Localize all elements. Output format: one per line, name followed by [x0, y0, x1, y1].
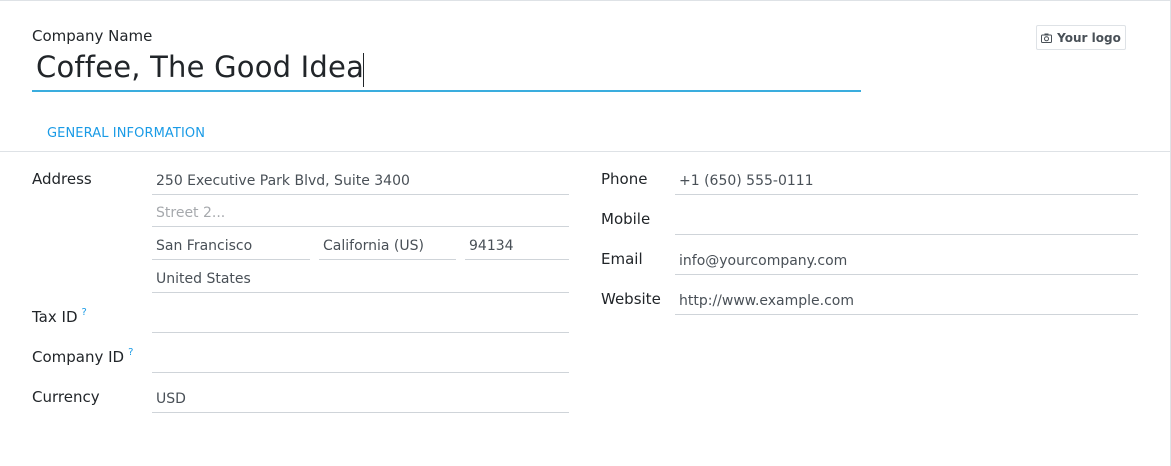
camera-icon — [1041, 33, 1053, 43]
address-label: Address — [32, 170, 92, 188]
currency-label: Currency — [32, 388, 100, 406]
tax-id-field[interactable] — [152, 308, 569, 333]
city-field[interactable] — [152, 235, 310, 260]
company-name-label: Company Name — [32, 27, 153, 45]
tax-id-help-icon[interactable]: ? — [82, 307, 87, 318]
tax-id-label: Tax ID? — [32, 307, 87, 326]
website-label: Website — [601, 290, 661, 308]
upload-logo-label: Your logo — [1057, 30, 1121, 45]
tab-general-information[interactable]: GENERAL INFORMATION — [32, 118, 218, 152]
mobile-field[interactable] — [675, 210, 1138, 235]
company-id-field[interactable] — [152, 348, 569, 373]
company-id-label-text: Company ID — [32, 348, 125, 366]
company-name-input[interactable] — [32, 48, 861, 92]
currency-field[interactable] — [152, 388, 569, 413]
tax-id-label-text: Tax ID — [32, 308, 78, 326]
company-id-label: Company ID? — [32, 347, 133, 366]
company-id-help-icon[interactable]: ? — [128, 347, 133, 358]
email-label: Email — [601, 250, 643, 268]
phone-field[interactable] — [675, 170, 1138, 195]
tab-general-information-label: GENERAL INFORMATION — [47, 126, 206, 141]
upload-logo-button[interactable]: Your logo — [1036, 25, 1126, 50]
street-field[interactable] — [152, 170, 569, 195]
phone-label: Phone — [601, 170, 648, 188]
top-border — [0, 0, 1171, 1]
website-field[interactable] — [675, 290, 1138, 315]
email-field[interactable] — [675, 250, 1138, 275]
street2-field[interactable] — [152, 202, 569, 227]
tab-divider — [0, 151, 1170, 152]
zip-field[interactable] — [465, 235, 569, 260]
mobile-label: Mobile — [601, 210, 651, 228]
text-caret — [363, 53, 364, 87]
country-field[interactable] — [152, 268, 569, 293]
state-field[interactable] — [319, 235, 456, 260]
